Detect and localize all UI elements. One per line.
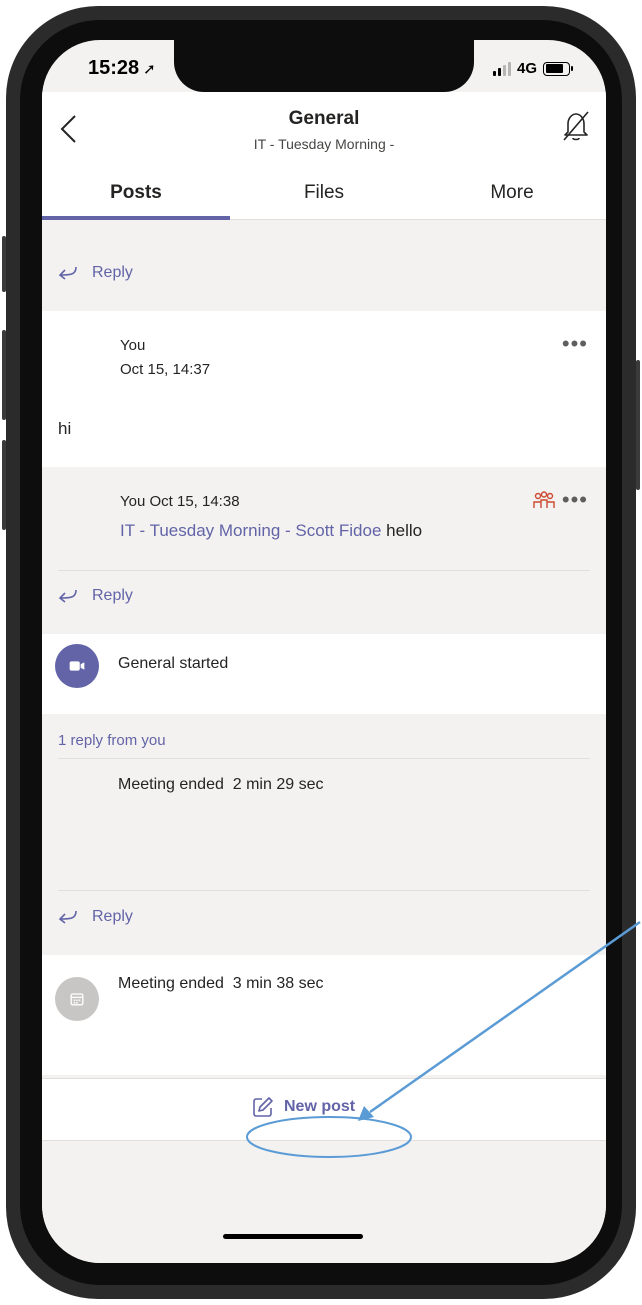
meeting-ended-message: Meeting ended 2 min 29 sec (118, 776, 324, 793)
meeting-ended-message: Meeting ended 3 min 38 sec (118, 975, 324, 992)
team-name: IT - Tuesday Morning - (253, 136, 395, 152)
signal-icon (492, 61, 511, 76)
post-timestamp: Oct 15, 14:37 (120, 361, 211, 378)
more-options-icon[interactable]: ••• (562, 489, 588, 511)
new-post-label: New post (284, 1098, 356, 1115)
more-options-icon[interactable]: ••• (562, 333, 588, 355)
meeting-thread: 1 reply from you Meeting ended 2 min 29 … (42, 714, 606, 894)
new-post-button[interactable]: New post (252, 1096, 355, 1118)
bottom-safe-area (42, 1140, 606, 1263)
screen: 15:28 ➚ 4G General IT - Tuesday Morning -… (42, 40, 606, 1263)
reply-arrow-icon (58, 589, 77, 603)
post-author: You (120, 337, 146, 354)
channel-tabs: Posts Files More (42, 176, 606, 220)
meeting-duration: 2 min 29 sec (232, 776, 324, 793)
notch (174, 40, 474, 92)
reply-message: IT - Tuesday Morning - Scott Fidoe hello (120, 521, 422, 541)
tab-more[interactable]: More (418, 176, 606, 220)
meeting-started-card: General started (42, 634, 606, 714)
bell-off-icon[interactable] (562, 110, 590, 142)
new-post-bar: New post (42, 1078, 606, 1140)
tab-posts[interactable]: Posts (42, 176, 230, 220)
power-button (636, 360, 640, 490)
reply-thread: You Oct 15, 14:38 ••• IT - Tuesday Morni… (42, 467, 606, 571)
post-card: You Oct 15, 14:37 ••• hi (42, 311, 606, 467)
meeting-ended-card: Meeting ended 3 min 38 sec (42, 955, 606, 1075)
reply-arrow-icon (58, 266, 77, 280)
reply-label: Reply (92, 587, 133, 604)
tab-files[interactable]: Files (230, 176, 418, 220)
video-camera-icon (55, 644, 99, 688)
post-body: hi (58, 419, 72, 438)
reply-arrow-icon (58, 910, 77, 924)
reply-label: Reply (92, 264, 133, 281)
calendar-icon (55, 977, 99, 1021)
battery-icon (543, 61, 573, 76)
divider (58, 758, 590, 759)
channel-header: General IT - Tuesday Morning - Posts Fil… (42, 92, 606, 220)
channel-title: General (288, 108, 360, 129)
team-mention-icon (533, 491, 555, 508)
network-type: 4G (516, 60, 537, 77)
replies-link[interactable]: 1 reply from you (58, 732, 166, 749)
reply-author-time: You Oct 15, 14:38 (120, 493, 240, 510)
reply-button[interactable]: Reply (42, 248, 606, 298)
meeting-started-text: General started (118, 655, 229, 672)
compose-icon (253, 1097, 273, 1117)
status-time: 15:28 ➚ (88, 57, 156, 79)
meeting-duration: 3 min 38 sec (232, 975, 324, 992)
team-mention[interactable]: IT - Tuesday Morning - Scott Fidoe (120, 521, 381, 540)
reply-button[interactable]: Reply (42, 571, 606, 621)
reply-text: hello (386, 521, 423, 540)
divider (58, 890, 590, 891)
reply-button[interactable]: Reply (42, 892, 606, 942)
home-indicator (223, 1234, 363, 1239)
location-arrow-icon: ➚ (143, 61, 156, 78)
status-indicators: 4G (492, 60, 573, 77)
reply-label: Reply (92, 908, 133, 925)
